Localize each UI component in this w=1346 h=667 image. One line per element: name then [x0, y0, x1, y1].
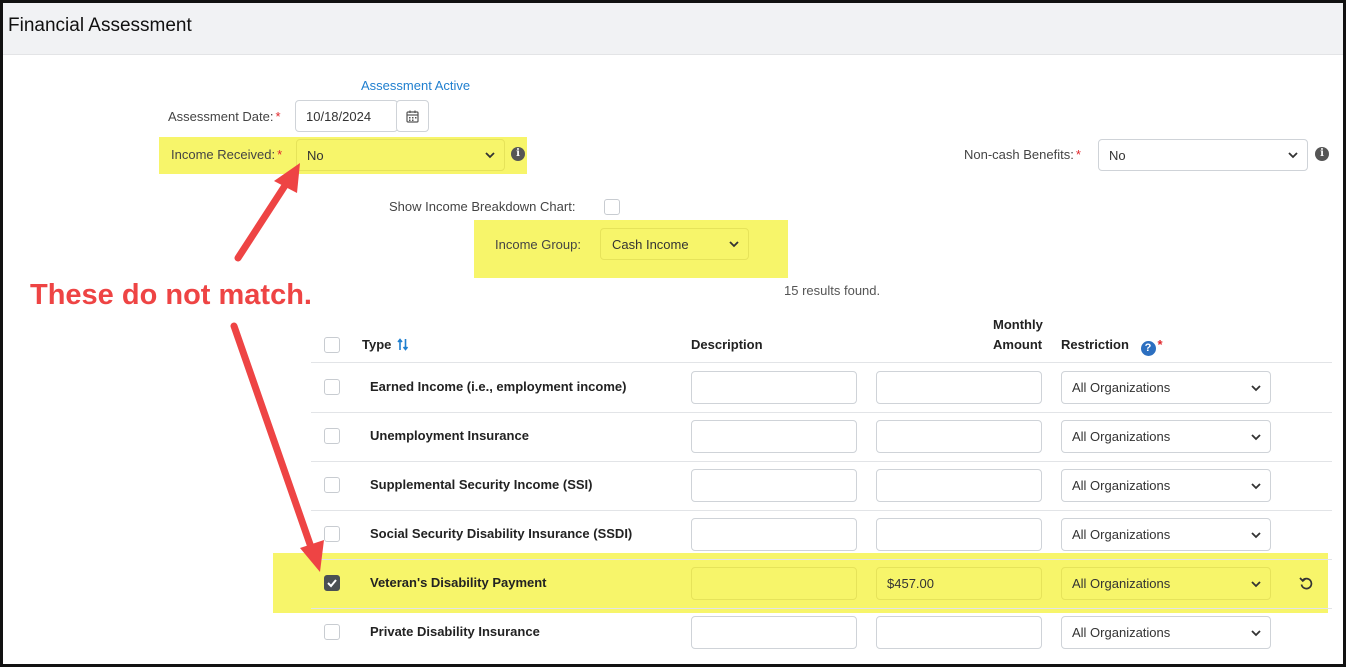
- description-input[interactable]: [691, 420, 857, 453]
- amount-input[interactable]: [876, 420, 1042, 453]
- select-all-checkbox[interactable]: [324, 337, 340, 353]
- column-header-type[interactable]: Type: [362, 337, 409, 352]
- amount-input[interactable]: [876, 371, 1042, 404]
- column-header-description: Description: [691, 337, 763, 352]
- column-header-amount: Amount: [993, 337, 1043, 352]
- assessment-date-input[interactable]: 10/18/2024: [295, 100, 398, 132]
- row-divider: [311, 510, 1332, 511]
- row-type-label: Private Disability Insurance: [370, 624, 540, 639]
- row-divider: [311, 412, 1332, 413]
- noncash-benefits-label: Non-cash Benefits: *: [964, 147, 1081, 162]
- restriction-select[interactable]: All Organizations: [1061, 469, 1271, 502]
- assessment-status-link[interactable]: Assessment Active: [361, 78, 470, 93]
- chevron-down-icon: [1251, 580, 1261, 587]
- restriction-value: All Organizations: [1072, 527, 1171, 542]
- restriction-value: All Organizations: [1072, 380, 1171, 395]
- amount-input[interactable]: [876, 616, 1042, 649]
- info-icon[interactable]: i: [1315, 147, 1329, 161]
- row-type-label: Unemployment Insurance: [370, 428, 529, 443]
- page-title: Financial Assessment: [8, 15, 192, 36]
- results-count: 15 results found.: [784, 283, 881, 298]
- amount-input[interactable]: [876, 518, 1042, 551]
- check-icon: [327, 579, 337, 588]
- description-input[interactable]: [691, 616, 857, 649]
- column-header-restriction: Restriction ? *: [1061, 337, 1163, 356]
- restriction-select[interactable]: All Organizations: [1061, 371, 1271, 404]
- row-type-label: Supplemental Security Income (SSI): [370, 477, 593, 492]
- description-input[interactable]: [691, 469, 857, 502]
- sort-icon[interactable]: [397, 338, 409, 351]
- chevron-down-icon: [1288, 152, 1298, 159]
- restriction-value: All Organizations: [1072, 478, 1171, 493]
- restriction-select[interactable]: All Organizations: [1061, 420, 1271, 453]
- chevron-down-icon: [1251, 433, 1261, 440]
- info-icon[interactable]: i: [511, 147, 525, 161]
- annotation-text: These do not match.: [30, 279, 312, 311]
- calendar-button[interactable]: [396, 100, 429, 132]
- row-checkbox[interactable]: [324, 428, 340, 444]
- chevron-down-icon: [485, 152, 495, 159]
- amount-input[interactable]: [876, 469, 1042, 502]
- undo-icon[interactable]: [1299, 576, 1313, 590]
- chevron-down-icon: [1251, 482, 1261, 489]
- help-icon[interactable]: ?: [1140, 341, 1156, 356]
- restriction-select[interactable]: All Organizations: [1061, 567, 1271, 600]
- row-divider: [311, 608, 1332, 609]
- restriction-select[interactable]: All Organizations: [1061, 518, 1271, 551]
- amount-input[interactable]: $457.00: [876, 567, 1042, 600]
- description-input[interactable]: [691, 371, 857, 404]
- row-divider: [311, 461, 1332, 462]
- title-bar: Financial Assessment: [3, 3, 1343, 55]
- income-received-select[interactable]: No: [296, 139, 505, 171]
- income-received-value: No: [307, 147, 324, 163]
- restriction-value: All Organizations: [1072, 576, 1171, 591]
- chevron-down-icon: [1251, 531, 1261, 538]
- restriction-value: All Organizations: [1072, 625, 1171, 640]
- row-checkbox[interactable]: [324, 526, 340, 542]
- row-type-label: Social Security Disability Insurance (SS…: [370, 526, 633, 541]
- row-type-label: Veteran's Disability Payment: [370, 575, 547, 590]
- calendar-icon: [406, 110, 419, 123]
- description-input[interactable]: [691, 567, 857, 600]
- chevron-down-icon: [729, 241, 739, 248]
- column-header-monthly: Monthly: [993, 317, 1043, 332]
- row-checkbox[interactable]: [324, 575, 340, 591]
- chevron-down-icon: [1251, 629, 1261, 636]
- row-checkbox[interactable]: [324, 379, 340, 395]
- income-group-label: Income Group:: [495, 237, 581, 252]
- row-checkbox[interactable]: [324, 477, 340, 493]
- restriction-select[interactable]: All Organizations: [1061, 616, 1271, 649]
- assessment-date-label: Assessment Date: *: [168, 109, 281, 124]
- row-divider: [311, 559, 1332, 560]
- income-group-value: Cash Income: [612, 236, 689, 252]
- show-chart-label: Show Income Breakdown Chart:: [389, 199, 576, 214]
- description-input[interactable]: [691, 518, 857, 551]
- noncash-benefits-value: No: [1109, 147, 1126, 163]
- header-divider: [311, 362, 1332, 363]
- restriction-value: All Organizations: [1072, 429, 1171, 444]
- show-chart-checkbox[interactable]: [604, 199, 620, 215]
- income-received-label: Income Received: *: [171, 147, 283, 162]
- row-checkbox[interactable]: [324, 624, 340, 640]
- noncash-benefits-select[interactable]: No: [1098, 139, 1308, 171]
- chevron-down-icon: [1251, 384, 1261, 391]
- row-type-label: Earned Income (i.e., employment income): [370, 379, 627, 394]
- income-group-select[interactable]: Cash Income: [600, 228, 749, 260]
